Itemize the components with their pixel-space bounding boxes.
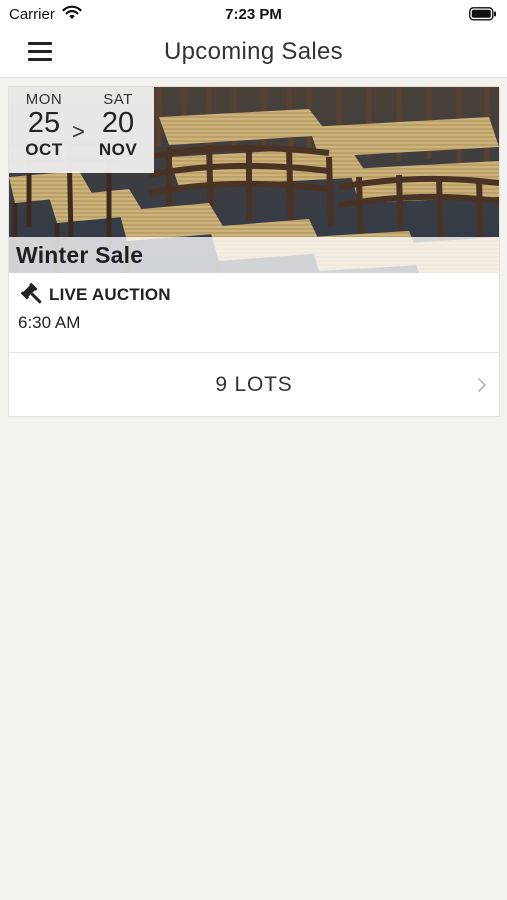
- status-time: 7:23 PM: [225, 6, 282, 23]
- start-date: MON 25 OCT: [14, 91, 74, 160]
- chevron-right-icon: [478, 378, 486, 392]
- battery-icon: [469, 7, 497, 26]
- lots-button[interactable]: 9 LOTS: [9, 353, 499, 417]
- auction-type-label: LIVE AUCTION: [49, 285, 171, 304]
- auction-type-row: LIVE AUCTION: [21, 283, 171, 307]
- sale-card[interactable]: MON 25 OCT > SAT 20 NOV Winter Sale LIVE: [8, 86, 500, 417]
- lots-count: 9 LOTS: [215, 373, 293, 396]
- sale-title[interactable]: Winter Sale: [16, 242, 143, 269]
- date-separator: >: [72, 119, 85, 144]
- sale-image[interactable]: MON 25 OCT > SAT 20 NOV Winter Sale: [9, 87, 499, 273]
- end-date: SAT 20 NOV: [88, 91, 148, 160]
- navigation-bar: Upcoming Sales: [0, 28, 507, 78]
- page-title: Upcoming Sales: [164, 38, 343, 65]
- date-range-box: MON 25 OCT > SAT 20 NOV: [9, 87, 154, 173]
- sale-title-band: Winter Sale: [9, 237, 499, 273]
- gavel-icon: [21, 283, 42, 304]
- end-day: 20: [101, 107, 135, 139]
- start-day: 25: [27, 107, 61, 139]
- start-month: OCT: [25, 140, 63, 159]
- end-month: NOV: [98, 140, 138, 159]
- start-day-of-week: MON: [25, 91, 63, 108]
- sale-time: 6:30 AM: [18, 313, 81, 332]
- end-day-of-week: SAT: [103, 91, 133, 108]
- status-bar: Carrier 7:23 PM: [0, 0, 507, 28]
